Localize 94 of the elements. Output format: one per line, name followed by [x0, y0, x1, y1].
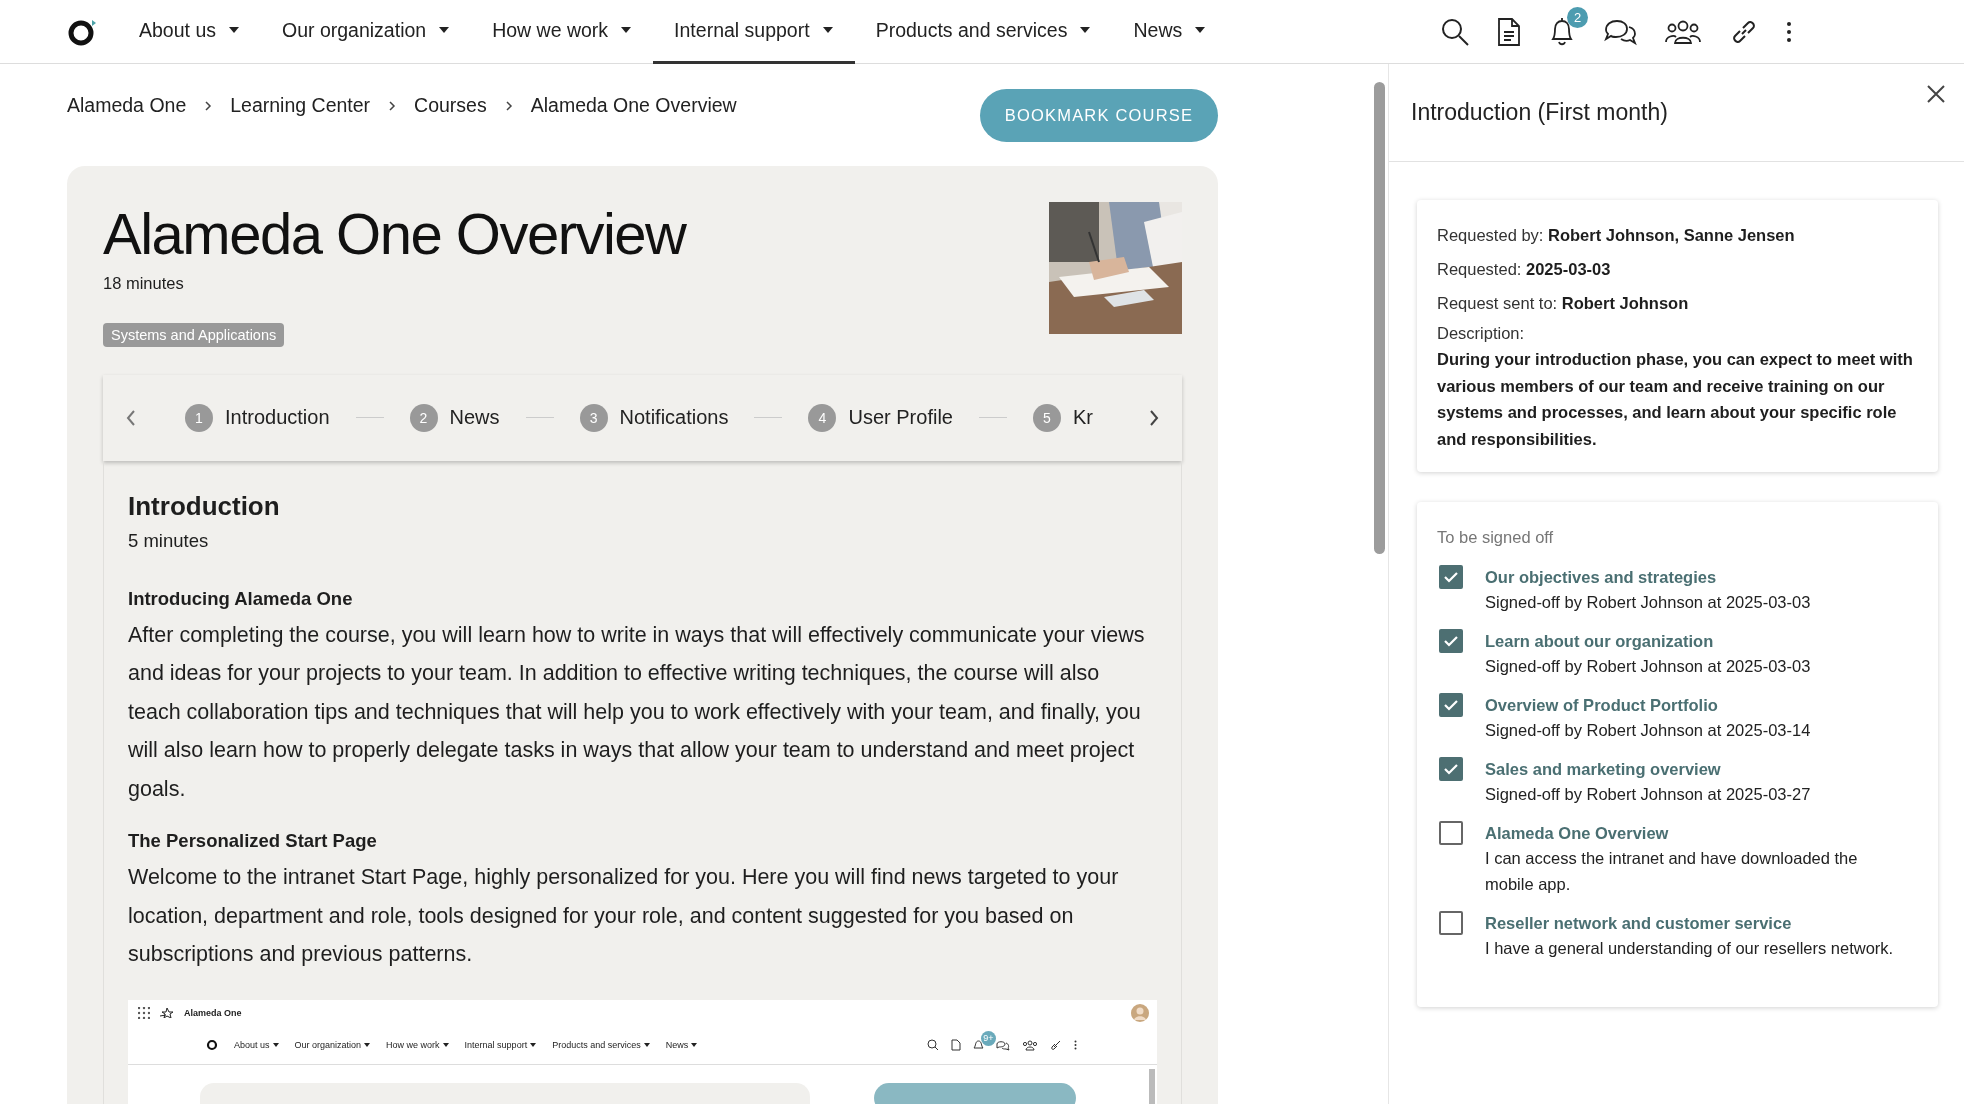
detail-label: Requested by:	[1437, 226, 1544, 244]
breadcrumb-link[interactable]: Alameda One	[67, 94, 187, 117]
scrollbar	[1149, 1068, 1155, 1104]
breadcrumb-link[interactable]: Learning Center	[230, 94, 371, 117]
caret-icon	[620, 26, 633, 34]
task-link[interactable]: Learn about our organization	[1485, 629, 1905, 653]
paragraph-heading: Introducing Alameda One	[128, 587, 354, 610]
notification-badge: 9+	[981, 1030, 996, 1046]
nav-menu-item[interactable]: How we work	[471, 0, 654, 64]
breadcrumb-link[interactable]: Alameda One Overview	[530, 94, 737, 117]
document-icon[interactable]	[1497, 16, 1521, 47]
checkbox[interactable]	[1439, 911, 1463, 935]
paragraph: Welcome to the intranet Start Page, highly personalized for you. Here you will find news targeted to your location, department and role, tools designed for your role, and content suggested for you based on subscriptions and previous patterns.	[128, 864, 1120, 969]
step-tab[interactable]: 4 User Profile	[808, 403, 953, 432]
task-link[interactable]: Alameda One Overview	[1485, 821, 1905, 845]
detail-label: Requested:	[1437, 260, 1522, 278]
detail-value: Robert Johnson	[1561, 294, 1689, 312]
checkmark-icon	[1443, 635, 1459, 647]
step-tab[interactable]: 5 Kr	[1032, 403, 1093, 432]
task-note: I have a general understanding of our resellers network.	[1485, 938, 1895, 959]
chat-icon	[996, 1038, 1010, 1051]
checkbox[interactable]	[1439, 565, 1463, 589]
nav-menu-item[interactable]: About us	[118, 0, 261, 64]
step-tab[interactable]: 2 News	[409, 403, 500, 432]
star-icon	[160, 1007, 174, 1018]
avatar-icon	[1131, 1003, 1149, 1022]
checkbox[interactable]	[1439, 693, 1463, 717]
more-icon	[1074, 1039, 1077, 1050]
chevron-icon	[504, 99, 513, 112]
caret-icon	[442, 1042, 449, 1047]
task-note: I can access the intranet and have downloaded the mobile app.	[1485, 848, 1859, 895]
checkmark-icon	[1443, 699, 1459, 711]
checkbox[interactable]	[1439, 629, 1463, 653]
checkbox[interactable]	[1439, 757, 1463, 781]
detail-value: 2025-03-03	[1526, 260, 1611, 278]
category-tag: Systems and Applications	[103, 322, 285, 347]
chevron-icon	[204, 99, 213, 112]
paragraph-heading: The Personalized Start Page	[128, 830, 378, 853]
caret-icon	[821, 26, 834, 34]
more-icon[interactable]	[1786, 20, 1792, 43]
task-link[interactable]: Overview of Product Portfolio	[1485, 693, 1905, 717]
task-note: Signed-off by Robert Johnson at 2025-03-03	[1485, 656, 1812, 677]
nav-menu-item[interactable]: News	[1112, 0, 1228, 64]
detail-label: Description:	[1437, 324, 1526, 343]
breadcrumb-link[interactable]: Courses	[414, 94, 487, 117]
course-duration: 18 minutes	[103, 273, 185, 293]
caret-icon	[438, 26, 451, 34]
chevron-left-icon[interactable]	[125, 408, 137, 427]
nav-menu-item[interactable]: Our organization	[261, 0, 472, 64]
signoff-heading: To be signed off	[1437, 528, 1555, 547]
caret-icon	[691, 1042, 698, 1047]
step-tab[interactable]: 1 Introduction	[185, 403, 330, 432]
caret-icon	[530, 1042, 537, 1047]
task-note: Signed-off by Robert Johnson at 2025-03-14	[1485, 720, 1812, 741]
nav-menu-item[interactable]: Internal support	[653, 0, 855, 64]
task-note: Signed-off by Robert Johnson at 2025-03-27	[1485, 784, 1812, 805]
course-title: Alameda One Overview	[103, 202, 686, 266]
scrollbar[interactable]	[1372, 64, 1389, 1104]
caret-icon	[1194, 26, 1207, 34]
caret-icon	[228, 26, 240, 34]
detail-label: Request sent to:	[1437, 294, 1558, 312]
caret-icon	[364, 1042, 371, 1047]
checkbox[interactable]	[1439, 821, 1463, 845]
close-icon[interactable]	[1926, 84, 1946, 104]
chat-icon[interactable]	[1603, 17, 1637, 46]
task-link[interactable]: Our objectives and strategies	[1485, 565, 1905, 589]
section-title: Introduction	[128, 490, 281, 522]
search-icon	[927, 1038, 939, 1051]
chevron-right-icon[interactable]	[1148, 408, 1160, 427]
logo-icon	[206, 1038, 218, 1051]
app-name: Alameda One	[184, 1007, 242, 1018]
bell-icon	[973, 1038, 984, 1051]
people-icon	[1022, 1038, 1038, 1051]
app-grid-icon	[138, 1006, 150, 1019]
search-icon[interactable]	[1440, 16, 1470, 47]
caret-icon	[643, 1042, 650, 1047]
task-link[interactable]: Sales and marketing overview	[1485, 757, 1905, 781]
notification-badge: 2	[1567, 6, 1588, 28]
paragraph: After completing the course, you will learn how to write in ways that will effectively communicate your views and ideas for your projects to your team. In addition to effective writing techniques, the course will also teach collaboration tips and techniques that will help you to work effectively with your team, and finally, you will also learn how to properly delegate tasks in ways that allow your team to understand and meet project goals.	[128, 621, 1146, 803]
task-note: Signed-off by Robert Johnson at 2025-03-03	[1485, 592, 1812, 613]
nav-menu-item[interactable]: Products and services	[854, 0, 1113, 64]
section-duration: 5 minutes	[128, 529, 210, 552]
chevron-icon	[388, 99, 397, 112]
document-icon	[951, 1038, 961, 1051]
task-link[interactable]: Reseller network and customer service	[1485, 911, 1905, 935]
checkmark-icon	[1443, 571, 1459, 583]
caret-icon	[272, 1042, 279, 1047]
detail-value: Robert Johnson, Sanne Jensen	[1548, 226, 1795, 244]
checkmark-icon	[1443, 763, 1459, 775]
link-icon	[1050, 1038, 1062, 1051]
step-tab[interactable]: 3 Notifications	[579, 403, 729, 432]
panel-title: Introduction (First month)	[1411, 99, 1668, 126]
description-text: During your introduction phase, you can expect to meet with various members of our team and receive training on our systems and processes, and learn about your specific role and responsibilities.	[1437, 349, 1914, 450]
caret-icon	[1079, 26, 1092, 34]
